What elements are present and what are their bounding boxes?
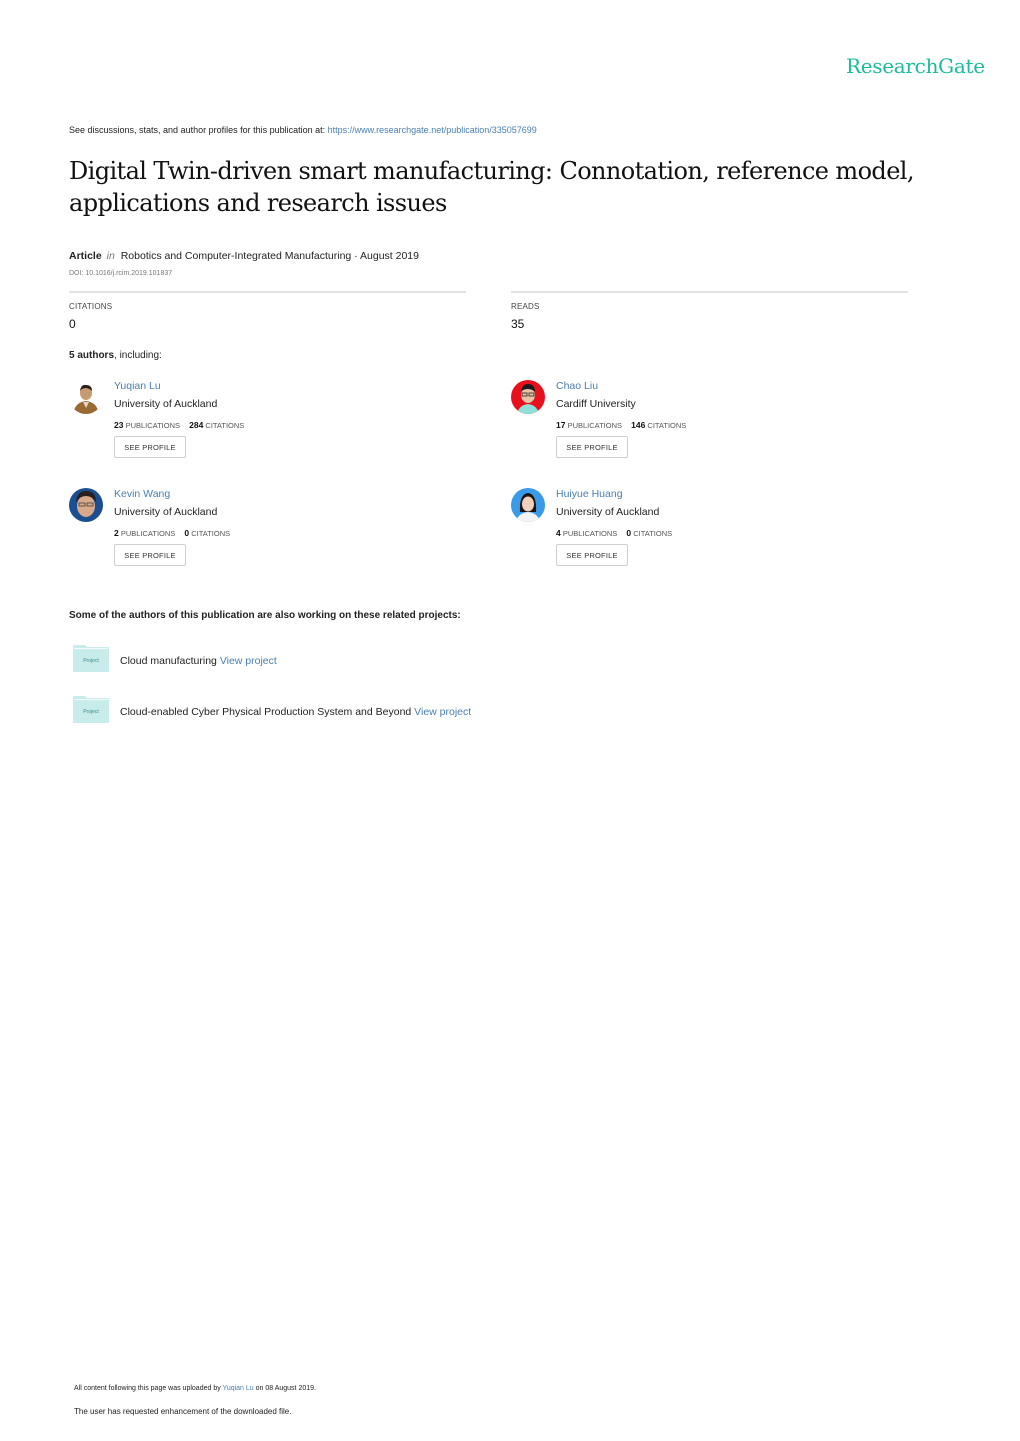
publication-url-link[interactable]: https://www.researchgate.net/publication… [328, 125, 537, 135]
author-card: Yuqian Lu University of Auckland 23 PUBL… [69, 380, 429, 480]
author-card: Kevin Wang University of Auckland 2 PUBL… [69, 488, 429, 588]
doi: DOI: 10.1016/j.rcim.2019.101837 [69, 270, 173, 277]
publications-count: 23 [114, 420, 124, 430]
authors-heading: 5 authors, including: [69, 350, 162, 361]
author-card: Huiyue Huang University of Auckland 4 PU… [511, 488, 871, 588]
avatar-photo-icon [511, 488, 545, 522]
upload-suffix: on 08 August 2019. [253, 1385, 316, 1392]
project-name: Cloud-enabled Cyber Physical Production … [120, 706, 415, 718]
project-icon-label: Project [83, 658, 99, 664]
citations-label: CITATIONS [647, 421, 687, 430]
author-name-link[interactable]: Huiyue Huang [556, 488, 623, 500]
discussion-notice-text: See discussions, stats, and author profi… [69, 125, 328, 135]
view-project-link[interactable]: View project [414, 706, 471, 718]
citations-count: 284 [189, 420, 204, 430]
authors-count: 5 authors [69, 350, 115, 361]
citations-label: CITATIONS [69, 302, 113, 311]
view-project-link[interactable]: View project [220, 655, 277, 667]
project-item: Project Cloud-enabled Cyber Physical Pro… [73, 696, 673, 726]
see-profile-button[interactable]: SEE PROFILE [556, 436, 628, 458]
reads-value: 35 [511, 317, 525, 331]
author-card: Chao Liu Cardiff University 17 PUBLICATI… [511, 380, 871, 480]
see-profile-button[interactable]: SEE PROFILE [114, 436, 186, 458]
publications-count: 17 [556, 420, 566, 430]
see-profile-button[interactable]: SEE PROFILE [556, 544, 628, 566]
author-stats: 17 PUBLICATIONS 146 CITATIONS [556, 420, 686, 430]
enhancement-note: The user has requested enhancement of th… [74, 1407, 292, 1416]
author-avatar[interactable] [511, 488, 545, 522]
project-icon-label: Project [83, 709, 99, 715]
reads-divider [511, 291, 908, 293]
project-item: Project Cloud manufacturing View project [73, 645, 673, 675]
citations-count: 0 [626, 528, 632, 538]
author-stats: 23 PUBLICATIONS 284 CITATIONS [114, 420, 244, 430]
publications-label: PUBLICATIONS [562, 529, 618, 538]
see-profile-button[interactable]: SEE PROFILE [114, 544, 186, 566]
citations-label: CITATIONS [191, 529, 231, 538]
citations-label: CITATIONS [633, 529, 673, 538]
project-folder-icon: Project [73, 696, 109, 723]
publication-meta: Article in Robotics and Computer-Integra… [69, 250, 419, 262]
related-projects-heading: Some of the authors of this publication … [69, 610, 461, 621]
author-avatar[interactable] [69, 488, 103, 522]
publications-count: 4 [556, 528, 561, 538]
upload-notice: All content following this page was uplo… [74, 1385, 316, 1392]
author-stats: 4 PUBLICATIONS 0 CITATIONS [556, 528, 672, 538]
publications-label: PUBLICATIONS [120, 529, 176, 538]
publications-label: PUBLICATIONS [125, 421, 181, 430]
publications-count: 2 [114, 528, 119, 538]
avatar-photo-icon [69, 488, 103, 522]
researchgate-logo[interactable]: ResearchGate [846, 54, 985, 78]
author-name-link[interactable]: Chao Liu [556, 380, 598, 392]
in-label: in [106, 250, 115, 262]
citations-value: 0 [69, 317, 76, 331]
author-name-link[interactable]: Yuqian Lu [114, 380, 161, 392]
project-folder-icon: Project [73, 645, 109, 672]
authors-suffix: , including: [114, 350, 162, 361]
author-institution: University of Auckland [556, 506, 660, 518]
publications-label: PUBLICATIONS [567, 421, 623, 430]
citations-label: CITATIONS [205, 421, 245, 430]
author-institution: University of Auckland [114, 398, 218, 410]
author-avatar[interactable] [511, 380, 545, 414]
avatar-photo-icon [69, 380, 103, 414]
reads-label: READS [511, 302, 540, 311]
project-text: Cloud-enabled Cyber Physical Production … [120, 706, 471, 718]
author-avatar[interactable] [69, 380, 103, 414]
avatar-photo-icon [511, 380, 545, 414]
journal-date: Robotics and Computer-Integrated Manufac… [120, 250, 419, 262]
project-text: Cloud manufacturing View project [120, 655, 277, 667]
author-institution: Cardiff University [556, 398, 636, 410]
uploader-link[interactable]: Yuqian Lu [223, 1385, 254, 1392]
author-stats: 2 PUBLICATIONS 0 CITATIONS [114, 528, 230, 538]
project-name: Cloud manufacturing [120, 655, 220, 667]
author-name-link[interactable]: Kevin Wang [114, 488, 170, 500]
upload-prefix: All content following this page was uplo… [74, 1385, 223, 1392]
author-institution: University of Auckland [114, 506, 218, 518]
discussion-notice: See discussions, stats, and author profi… [69, 125, 537, 135]
citations-count: 0 [184, 528, 190, 538]
citations-divider [69, 291, 466, 293]
publication-type: Article [69, 250, 102, 262]
publication-title: Digital Twin-driven smart manufacturing:… [69, 157, 915, 217]
citations-count: 146 [631, 420, 646, 430]
